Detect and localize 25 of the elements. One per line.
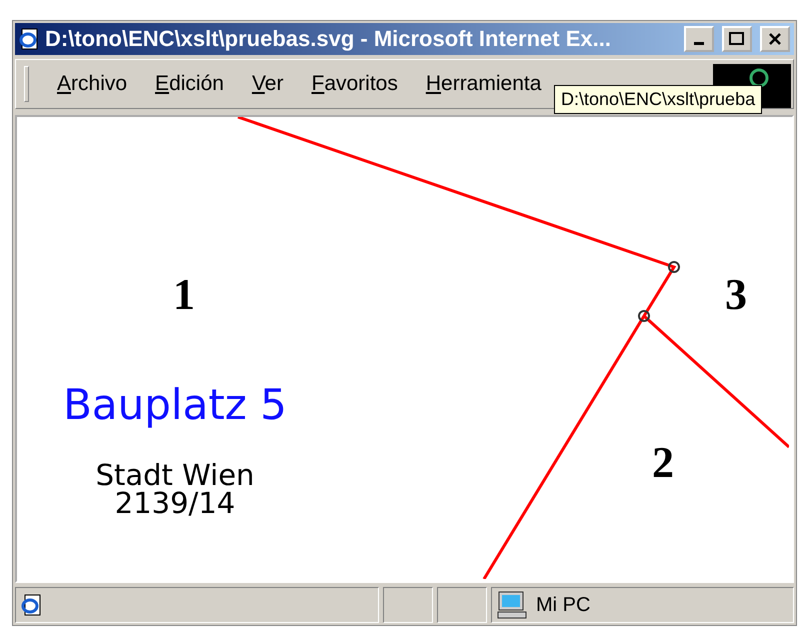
maximize-icon	[729, 32, 745, 46]
minimize-button[interactable]	[684, 26, 714, 52]
parcel-number: 1	[173, 270, 195, 319]
window-title: D:\tono\ENC\xslt\pruebas.svg - Microsoft Internet Ex...	[45, 26, 612, 52]
maximize-button[interactable]	[722, 26, 752, 52]
computer-icon	[496, 590, 528, 620]
menu-item[interactable]: Edición	[155, 72, 224, 96]
parcel-number: 2	[652, 438, 674, 487]
status-pane	[437, 587, 487, 623]
tooltip: D:\tono\ENC\xslt\prueba	[554, 85, 762, 114]
menu-item[interactable]: Archivo	[57, 72, 128, 96]
minimize-icon	[694, 42, 704, 45]
menu-item[interactable]: Ver	[252, 72, 284, 96]
status-pane	[383, 587, 433, 623]
page-icon	[20, 593, 42, 617]
vertex-marker	[638, 310, 650, 322]
close-button[interactable]	[760, 26, 790, 52]
vertex-marker	[668, 261, 680, 273]
parcel-title: Bauplatz 5	[63, 380, 287, 429]
parcel-number: 3	[725, 270, 747, 319]
zone-label: Mi PC	[536, 594, 590, 616]
menu-item[interactable]: Herramienta	[426, 72, 542, 96]
page-icon	[19, 28, 39, 50]
close-icon	[768, 32, 782, 46]
menu-item[interactable]: Favoritos	[311, 72, 398, 96]
